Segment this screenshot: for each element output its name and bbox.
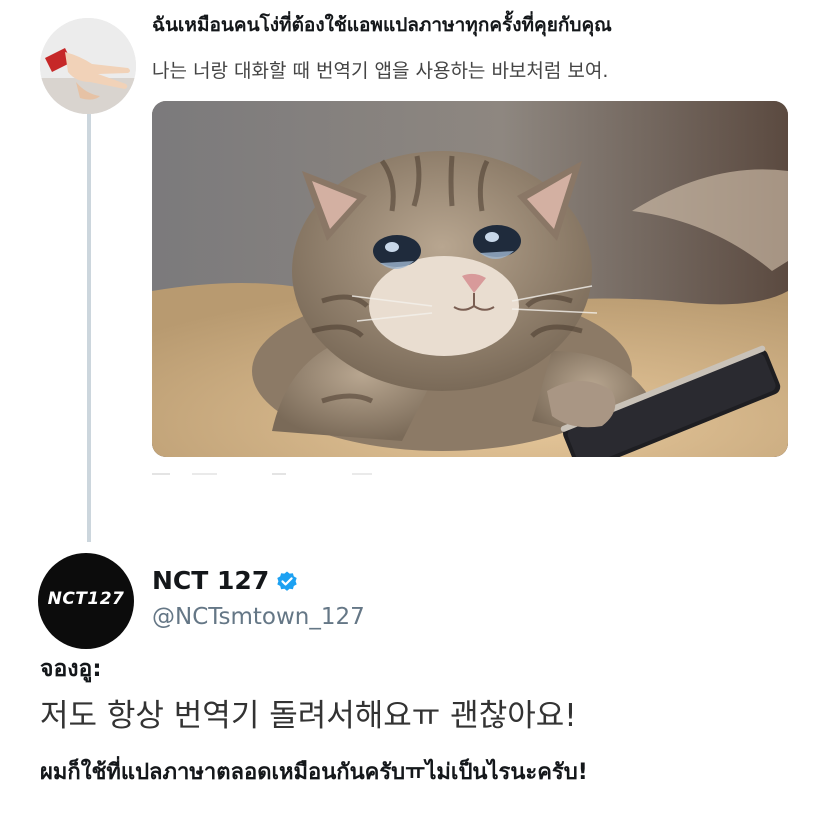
image-strip-fragment <box>152 473 372 475</box>
thread-connector-line <box>87 112 91 542</box>
author-handle[interactable]: @NCTsmtown_127 <box>152 602 365 632</box>
reply-korean-text: 나는 너랑 대화할 때 번역기 앱을 사용하는 바보처럼 보여. <box>152 60 609 82</box>
author-display-name[interactable]: NCT 127 <box>152 566 269 596</box>
tweet-thai-text: ผมก็ใช้ที่แปลภาษาตลอดเหมือนกันครับㅠไม่เป… <box>40 760 588 785</box>
tweet-korean-text: 저도 항상 번역기 돌려서해요ㅠ 괜찮아요! <box>40 698 577 734</box>
verified-badge-icon <box>277 571 297 591</box>
speaker-label: จองอู: <box>40 656 102 682</box>
reply-author-avatar[interactable] <box>40 18 136 114</box>
nct127-avatar[interactable]: NCT127 <box>38 553 134 649</box>
nct127-logo-text: NCT127 <box>47 589 125 609</box>
hand-gesture-avatar-icon <box>40 18 136 114</box>
attached-cat-photo[interactable] <box>152 101 788 457</box>
reply-thai-text: ฉันเหมือนคนโง่ที่ต้องใช้แอพแปลภาษาทุกครั… <box>152 14 612 36</box>
crying-cat-holding-phone-photo-icon <box>152 101 788 457</box>
